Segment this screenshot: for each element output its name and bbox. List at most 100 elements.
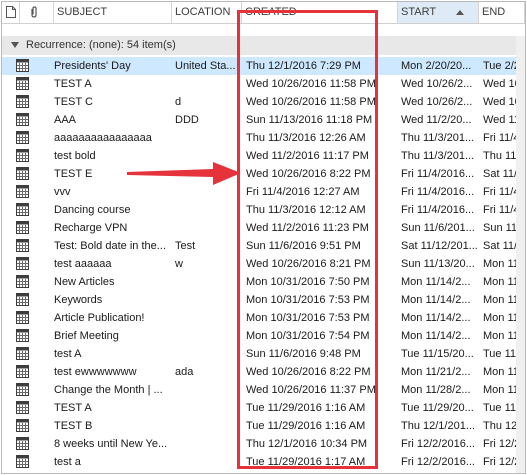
column-created-header[interactable]: CREATED bbox=[242, 2, 398, 23]
row-end: Mon 11/14/... bbox=[483, 258, 516, 270]
row-start: Mon 11/14/2... bbox=[401, 330, 471, 342]
row-location: DDD bbox=[175, 114, 199, 126]
row-location bbox=[175, 129, 239, 147]
column-location-header[interactable]: LOCATION bbox=[172, 2, 242, 23]
row-start: Thu 12/1/201... bbox=[401, 420, 475, 432]
appointment-row[interactable]: Brief Meeting Mon 10/31/2016 7:54 PM Mon 1… bbox=[2, 327, 525, 345]
arrow-icon bbox=[127, 162, 241, 185]
row-subject: Dancing course bbox=[54, 204, 131, 216]
appointment-row[interactable]: 8 weeks until New Ye... Thu 12/1/2016 10:… bbox=[2, 435, 525, 453]
appointment-row[interactable]: test aaaaaa w Wed 10/26/2016 8:21 PM Sun 11… bbox=[2, 255, 525, 273]
paperclip-icon bbox=[31, 6, 37, 18]
appointment-row[interactable]: test bold Wed 11/2/2016 11:17 PM Thu 11/3/… bbox=[2, 147, 525, 165]
row-location bbox=[175, 453, 239, 471]
group-header[interactable]: Recurrence: (none): 54 item(s) bbox=[2, 36, 525, 55]
appointment-row[interactable]: test ewwwwwww ada Wed 10/26/2016 8:22 PM Mo… bbox=[2, 363, 525, 381]
row-subject: test A bbox=[54, 348, 82, 360]
column-start-label: START bbox=[401, 6, 437, 18]
row-created: Wed 10/26/2016 8:22 PM bbox=[246, 366, 371, 378]
appointment-row[interactable]: TEST A Wed 10/26/2016 11:58 PM Wed 10/26/2… bbox=[2, 75, 525, 93]
appointment-row[interactable]: Recharge VPN Wed 11/2/2016 11:23 PM Sun 11… bbox=[2, 219, 525, 237]
appointment-row[interactable]: test A Sun 11/6/2016 9:48 PM Tue 11/15/20.… bbox=[2, 345, 525, 363]
row-end: Fri 12/2/2... bbox=[483, 456, 516, 468]
row-created: Fri 11/4/2016 12:27 AM bbox=[246, 186, 360, 198]
appointment-row[interactable]: TEST C d Wed 10/26/2016 11:58 PM Wed 10/26/… bbox=[2, 93, 525, 111]
appointment-row[interactable]: Presidents' Day United Sta... Thu 12/1/201… bbox=[2, 57, 525, 75]
column-subject-header[interactable]: SUBJECT bbox=[54, 2, 172, 23]
row-subject: TEST A bbox=[54, 402, 92, 414]
row-created: Mon 10/31/2016 7:53 PM bbox=[246, 312, 370, 324]
row-subject: Keywords bbox=[54, 294, 103, 306]
row-subject: Article Publication! bbox=[54, 312, 145, 324]
row-end: Mon 11/21/... bbox=[483, 366, 516, 378]
column-start-header[interactable]: START bbox=[398, 2, 479, 23]
row-start: Sat 11/12/201... bbox=[401, 240, 478, 252]
row-created: Wed 10/26/2016 11:58 PM bbox=[246, 78, 376, 90]
appointment-row[interactable]: New Articles Mon 10/31/2016 7:50 PM Mon 11… bbox=[2, 273, 525, 291]
row-end: Mon 11/14/... bbox=[483, 294, 516, 306]
column-icon-header[interactable] bbox=[2, 2, 20, 23]
appointment-row[interactable]: Dancing course Thu 11/3/2016 12:12 AM Fri … bbox=[2, 201, 525, 219]
row-created: Wed 10/26/2016 11:37 PM bbox=[246, 384, 376, 396]
appointment-row[interactable]: test a Tue 11/29/2016 1:17 AM Fri 12/2/201… bbox=[2, 453, 525, 471]
row-created: Thu 12/1/2016 10:34 PM bbox=[246, 438, 368, 450]
row-created: Sun 11/6/2016 9:51 PM bbox=[246, 240, 361, 252]
row-location bbox=[175, 399, 239, 417]
row-start: Thu 11/3/201... bbox=[401, 150, 475, 162]
row-start: Mon 11/21/2... bbox=[401, 366, 471, 378]
row-subject: TEST B bbox=[54, 420, 93, 432]
appointment-row[interactable]: TEST E Wed 10/26/2016 8:22 PM Fri 11/4/201… bbox=[2, 165, 525, 183]
appointment-row[interactable]: TEST B Tue 11/29/2016 1:16 AM Thu 12/1/201… bbox=[2, 417, 525, 435]
column-header-bar: SUBJECT LOCATION CREATED START END bbox=[2, 2, 525, 24]
sort-ascending-icon bbox=[456, 10, 464, 15]
row-end: Fri 11/4/2... bbox=[483, 132, 516, 144]
row-created: Thu 12/1/2016 7:29 PM bbox=[246, 60, 361, 72]
row-created: Wed 11/2/2016 11:17 PM bbox=[246, 150, 369, 162]
column-attachment-header[interactable] bbox=[20, 2, 54, 23]
column-end-header[interactable]: END bbox=[479, 2, 525, 23]
row-location bbox=[175, 219, 239, 237]
row-start: Fri 11/4/2016... bbox=[401, 204, 475, 216]
row-end: Wed 10/26/... bbox=[483, 78, 516, 90]
appointment-row[interactable]: AAA DDD Sun 11/13/2016 11:18 PM Wed 11/2/20… bbox=[2, 111, 525, 129]
row-created: Thu 11/3/2016 12:26 AM bbox=[246, 132, 366, 144]
row-start: Mon 2/20/20... bbox=[401, 60, 472, 72]
row-end: Thu 12/1/2... bbox=[483, 420, 516, 432]
row-start: Tue 11/29/20... bbox=[401, 402, 474, 414]
row-end: Sun 11/6/2... bbox=[483, 222, 516, 234]
appointment-row[interactable]: aaaaaaaaaaaaaaaa Thu 11/3/2016 12:26 AM Th… bbox=[2, 129, 525, 147]
row-start: Fri 12/2/2016... bbox=[401, 456, 475, 468]
row-end: Tue 11/29/... bbox=[483, 402, 516, 414]
appointment-row[interactable]: Article Publication! Mon 10/31/2016 7:53 … bbox=[2, 309, 525, 327]
appointment-row[interactable]: Test: Bold date in the... Test Sun 11/6/20… bbox=[2, 237, 525, 255]
appointment-row[interactable]: TEST A Tue 11/29/2016 1:16 AM Tue 11/29/20… bbox=[2, 399, 525, 417]
row-subject: Test: Bold date in the... bbox=[54, 240, 166, 252]
row-location bbox=[175, 381, 239, 399]
row-location bbox=[175, 273, 239, 291]
row-end: Fri 12/2/2... bbox=[483, 438, 516, 450]
appointment-row[interactable]: vvv Fri 11/4/2016 12:27 AM Fri 11/4/2016..… bbox=[2, 183, 525, 201]
row-end: Mon 11/14/... bbox=[483, 276, 516, 288]
row-subject: Recharge VPN bbox=[54, 222, 128, 234]
row-subject: New Articles bbox=[54, 276, 115, 288]
row-location bbox=[175, 417, 239, 435]
collapse-triangle-icon[interactable] bbox=[11, 42, 19, 48]
row-start: Mon 11/14/2... bbox=[401, 312, 471, 324]
row-start: Sun 11/13/20... bbox=[401, 258, 475, 270]
vertical-scrollbar[interactable] bbox=[516, 36, 525, 473]
document-icon bbox=[6, 6, 16, 18]
row-created: Tue 11/29/2016 1:17 AM bbox=[246, 456, 366, 468]
row-location bbox=[175, 435, 239, 453]
row-created: Thu 11/3/2016 12:12 AM bbox=[246, 204, 366, 216]
row-start: Sun 11/6/201... bbox=[401, 222, 475, 234]
row-end: Tue 11/15/... bbox=[483, 348, 516, 360]
row-start: Tue 11/15/20... bbox=[401, 348, 474, 360]
row-start: Thu 11/3/201... bbox=[401, 132, 475, 144]
row-subject: test a bbox=[54, 456, 81, 468]
appointment-row[interactable]: Keywords Mon 10/31/2016 7:53 PM Mon 11/14/… bbox=[2, 291, 525, 309]
row-end: Fri 11/4/2... bbox=[483, 186, 516, 198]
appointment-row[interactable]: Change the Month | ... Wed 10/26/2016 11:… bbox=[2, 381, 525, 399]
row-created: Mon 10/31/2016 7:50 PM bbox=[246, 276, 370, 288]
row-subject: TEST A bbox=[54, 78, 92, 90]
calendar-list-view: SUBJECT LOCATION CREATED START END Recur… bbox=[1, 1, 526, 474]
